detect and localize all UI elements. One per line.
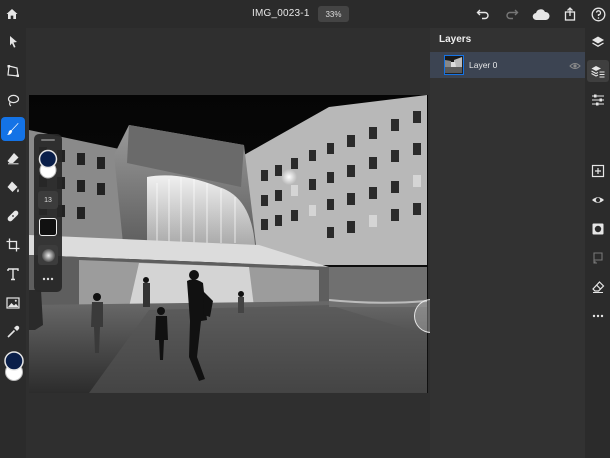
adjustments-icon[interactable] (587, 89, 609, 111)
left-toolbar (0, 28, 26, 458)
crop-tool-icon[interactable] (1, 233, 25, 257)
hard-brush-icon[interactable] (39, 218, 57, 236)
more-options-icon[interactable] (587, 305, 609, 327)
eraser-layer-icon[interactable] (587, 276, 609, 298)
undo-icon[interactable] (474, 5, 492, 23)
healing-tool-icon[interactable] (1, 204, 25, 228)
layer-name: Layer 0 (469, 60, 498, 70)
canvas-area[interactable]: 13 (26, 28, 430, 458)
zoom-level[interactable]: 33% (318, 6, 349, 22)
more-icon[interactable] (38, 272, 58, 286)
home-icon[interactable] (3, 5, 21, 23)
transform-tool-icon[interactable] (1, 59, 25, 83)
brush-size-value[interactable]: 13 (38, 191, 58, 209)
move-tool-icon[interactable] (1, 30, 25, 54)
color-swatches[interactable] (3, 348, 25, 384)
lasso-tool-icon[interactable] (1, 88, 25, 112)
type-tool-icon[interactable] (1, 262, 25, 286)
document-title[interactable]: IMG_0023-1 (252, 8, 310, 19)
panel-drag-handle[interactable] (41, 139, 55, 141)
layer-row[interactable]: Layer 0 (430, 52, 585, 78)
fill-tool-icon[interactable] (1, 175, 25, 199)
brush-color-swatches[interactable] (37, 147, 59, 183)
eyedropper-icon[interactable] (1, 320, 25, 344)
place-image-icon[interactable] (1, 291, 25, 315)
brush-settings-panel: 13 (34, 134, 62, 292)
help-icon[interactable] (589, 5, 607, 23)
layers-icon[interactable] (587, 31, 609, 53)
visibility-icon[interactable] (587, 189, 609, 211)
clipping-mask-icon[interactable] (587, 247, 609, 269)
layer-thumbnail[interactable] (444, 55, 464, 75)
layers-panel: Layers Layer 0 (430, 28, 585, 458)
layer-mask-icon[interactable] (587, 218, 609, 240)
share-icon[interactable] (561, 5, 579, 23)
brush-tool-icon[interactable] (1, 117, 25, 141)
top-bar: IMG_0023-1 33% (0, 0, 610, 28)
right-rail (585, 28, 610, 458)
photo-canvas[interactable] (29, 95, 428, 393)
soft-brush-icon[interactable] (38, 245, 58, 265)
cloud-icon[interactable] (531, 5, 551, 23)
eraser-tool-icon[interactable] (1, 146, 25, 170)
add-layer-icon[interactable] (587, 160, 609, 182)
redo-icon[interactable] (503, 5, 521, 23)
layers-panel-title: Layers (439, 34, 472, 45)
visibility-eye-icon[interactable] (569, 59, 581, 71)
layer-properties-icon[interactable] (587, 60, 609, 82)
